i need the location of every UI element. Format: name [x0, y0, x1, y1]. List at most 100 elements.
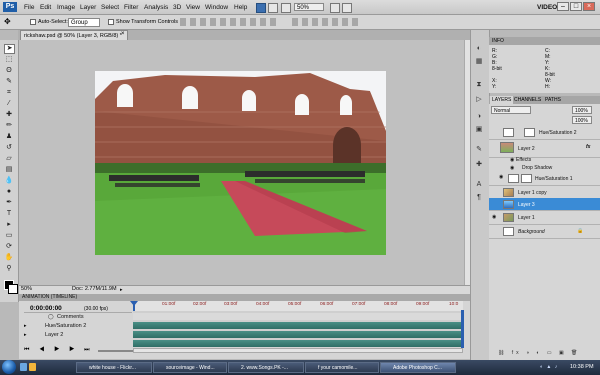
document-tab[interactable]: rickshaw.psd @ 50% (Layer 3, RGB/8) * [20, 30, 128, 40]
arrange-icon[interactable] [330, 3, 340, 13]
background-color-swatch[interactable] [8, 284, 18, 294]
move-tool-icon[interactable]: ✥ [4, 17, 14, 27]
lasso-tool-icon[interactable]: ʘ [4, 67, 14, 75]
track-next[interactable] [133, 340, 463, 347]
eyedropper-tool-icon[interactable]: ⁄ [4, 100, 14, 108]
menu-image[interactable]: Image [57, 3, 75, 12]
shape-tool-icon[interactable]: ▭ [4, 232, 14, 240]
menu-window[interactable]: Window [205, 3, 228, 12]
quick-launch-icon[interactable] [20, 363, 27, 371]
track-label-comments: Comments [57, 314, 84, 320]
menu-edit[interactable]: Edit [40, 3, 51, 12]
brush-tool-icon[interactable]: ✏ [4, 122, 14, 130]
type-tool-icon[interactable]: T [4, 210, 14, 218]
info-panel-header[interactable]: INFO [489, 37, 600, 45]
clone-stamp-tool-icon[interactable]: ♟ [4, 133, 14, 141]
move-tool-icon[interactable]: ➤ [4, 44, 15, 54]
3d-rotate-tool-icon[interactable]: ⟳ [4, 243, 14, 251]
menu-analysis[interactable]: Analysis [144, 3, 168, 12]
document-image[interactable] [95, 71, 386, 255]
ruler-icon[interactable] [268, 3, 278, 13]
tab-channels[interactable]: CHANNELS [512, 96, 543, 104]
taskbar-button-sourceimage[interactable]: sourceimage - Wind... [153, 362, 227, 373]
taskbar-button-photoshop[interactable]: Adobe Photoshop C... [380, 362, 456, 373]
start-button[interactable] [2, 360, 16, 374]
current-time[interactable]: 0:00:00:00 [30, 305, 62, 312]
quick-select-tool-icon[interactable]: ✎ [4, 78, 14, 86]
tab-layers[interactable]: LAYERS [490, 96, 514, 104]
zoom-tool-icon[interactable]: ⚲ [4, 265, 14, 273]
menu-help[interactable]: Help [234, 3, 247, 12]
menu-layer[interactable]: Layer [80, 3, 96, 12]
quick-launch-icon[interactable] [29, 363, 36, 371]
close-button[interactable]: × [583, 2, 595, 11]
dodge-tool-icon[interactable]: ● [4, 188, 14, 196]
brushes-panel-icon[interactable]: ✎ [474, 145, 484, 154]
menu-view[interactable]: View [186, 3, 200, 12]
system-tray-icons[interactable]: ◐ ▲ ♪ [540, 364, 566, 371]
bridge-icon[interactable] [256, 3, 266, 13]
eraser-tool-icon[interactable]: ▱ [4, 155, 14, 163]
effects-eye-icon[interactable]: ◉ [510, 157, 514, 163]
maximize-button[interactable]: □ [570, 2, 582, 11]
fx-icon[interactable]: fx [586, 144, 590, 150]
marquee-tool-icon[interactable]: ⬚ [4, 56, 14, 64]
menu-select[interactable]: Select [101, 3, 119, 12]
close-tab-icon[interactable]: × [121, 31, 125, 37]
taskbar-button-songs[interactable]: 2. www.Songs.PK -... [228, 362, 304, 373]
menu-3d[interactable]: 3D [173, 3, 181, 12]
actions-panel-icon[interactable]: ▷ [474, 95, 484, 104]
history-panel-icon[interactable]: ⧗ [474, 80, 484, 89]
crop-tool-icon[interactable]: ⌗ [4, 89, 14, 97]
taskbar-button-camomile[interactable]: f your camomile... [305, 362, 379, 373]
zoom-level-select[interactable]: 50% [294, 3, 324, 11]
paragraph-panel-icon[interactable]: ¶ [474, 193, 484, 202]
expand-icon[interactable]: ▸ [24, 332, 27, 338]
status-arrow-icon[interactable]: ▸ [120, 287, 124, 293]
playhead-handle[interactable] [130, 301, 138, 306]
zoom-slider[interactable] [98, 350, 133, 352]
work-area-end[interactable] [461, 310, 464, 348]
taskbar-clock[interactable]: 10:38 PM [570, 360, 600, 375]
eye-icon[interactable]: ◉ [492, 214, 496, 220]
hand-tool-icon[interactable]: ✋ [4, 254, 14, 262]
menu-file[interactable]: File [24, 3, 34, 12]
minimize-button[interactable]: – [557, 2, 569, 11]
auto-select-checkbox[interactable] [30, 19, 36, 25]
track-layer-2[interactable] [133, 331, 463, 338]
distribute-buttons[interactable] [292, 18, 362, 26]
character-panel-icon[interactable]: A [474, 180, 484, 189]
timeline-scrollbar[interactable] [133, 348, 463, 353]
playback-controls[interactable]: ⏮ ◀ ▶ ▶ ⏭ [24, 347, 134, 357]
track-hue-saturation-2[interactable] [133, 322, 463, 329]
masks-panel-icon[interactable]: ▣ [474, 125, 484, 134]
fill-field[interactable]: 100% [572, 116, 592, 124]
swatches-panel-icon[interactable]: ▦ [474, 57, 484, 66]
hand-icon[interactable] [281, 3, 291, 13]
align-buttons[interactable] [180, 18, 280, 26]
menu-filter[interactable]: Filter [124, 3, 138, 12]
layers-panel-buttons[interactable]: ⛓ fx ◑ ◐ ▭ ▣ 🗑 [498, 350, 593, 357]
taskbar-button-flickr[interactable]: white house - Flickr... [76, 362, 152, 373]
eye-icon[interactable]: ◉ [499, 174, 503, 180]
expand-icon[interactable]: ▸ [24, 323, 27, 329]
blend-mode-select[interactable]: Normal [491, 106, 531, 114]
opacity-field[interactable]: 100% [572, 106, 592, 114]
healing-brush-tool-icon[interactable]: ✚ [4, 111, 14, 119]
track-comments[interactable] [133, 313, 463, 320]
color-panel-icon[interactable]: ◐ [474, 44, 484, 53]
status-zoom[interactable]: 50% [21, 286, 32, 292]
path-select-tool-icon[interactable]: ▸ [4, 221, 14, 229]
screen-mode-icon[interactable] [342, 3, 352, 13]
clone-source-panel-icon[interactable]: ✚ [474, 160, 484, 169]
pen-tool-icon[interactable]: ✒ [4, 199, 14, 207]
gradient-tool-icon[interactable]: ▤ [4, 166, 14, 174]
drop-shadow-eye-icon[interactable]: ◉ [510, 165, 514, 171]
history-brush-tool-icon[interactable]: ↺ [4, 144, 14, 152]
auto-select-target-select[interactable]: Group [68, 18, 100, 27]
animation-panel-header[interactable]: ANIMATION (TIMELINE) [19, 294, 470, 301]
show-transform-checkbox[interactable] [108, 19, 114, 25]
blur-tool-icon[interactable]: 💧 [4, 177, 14, 185]
adjustments-panel-icon[interactable]: ◑ [474, 112, 484, 121]
tab-paths[interactable]: PATHS [543, 96, 563, 104]
